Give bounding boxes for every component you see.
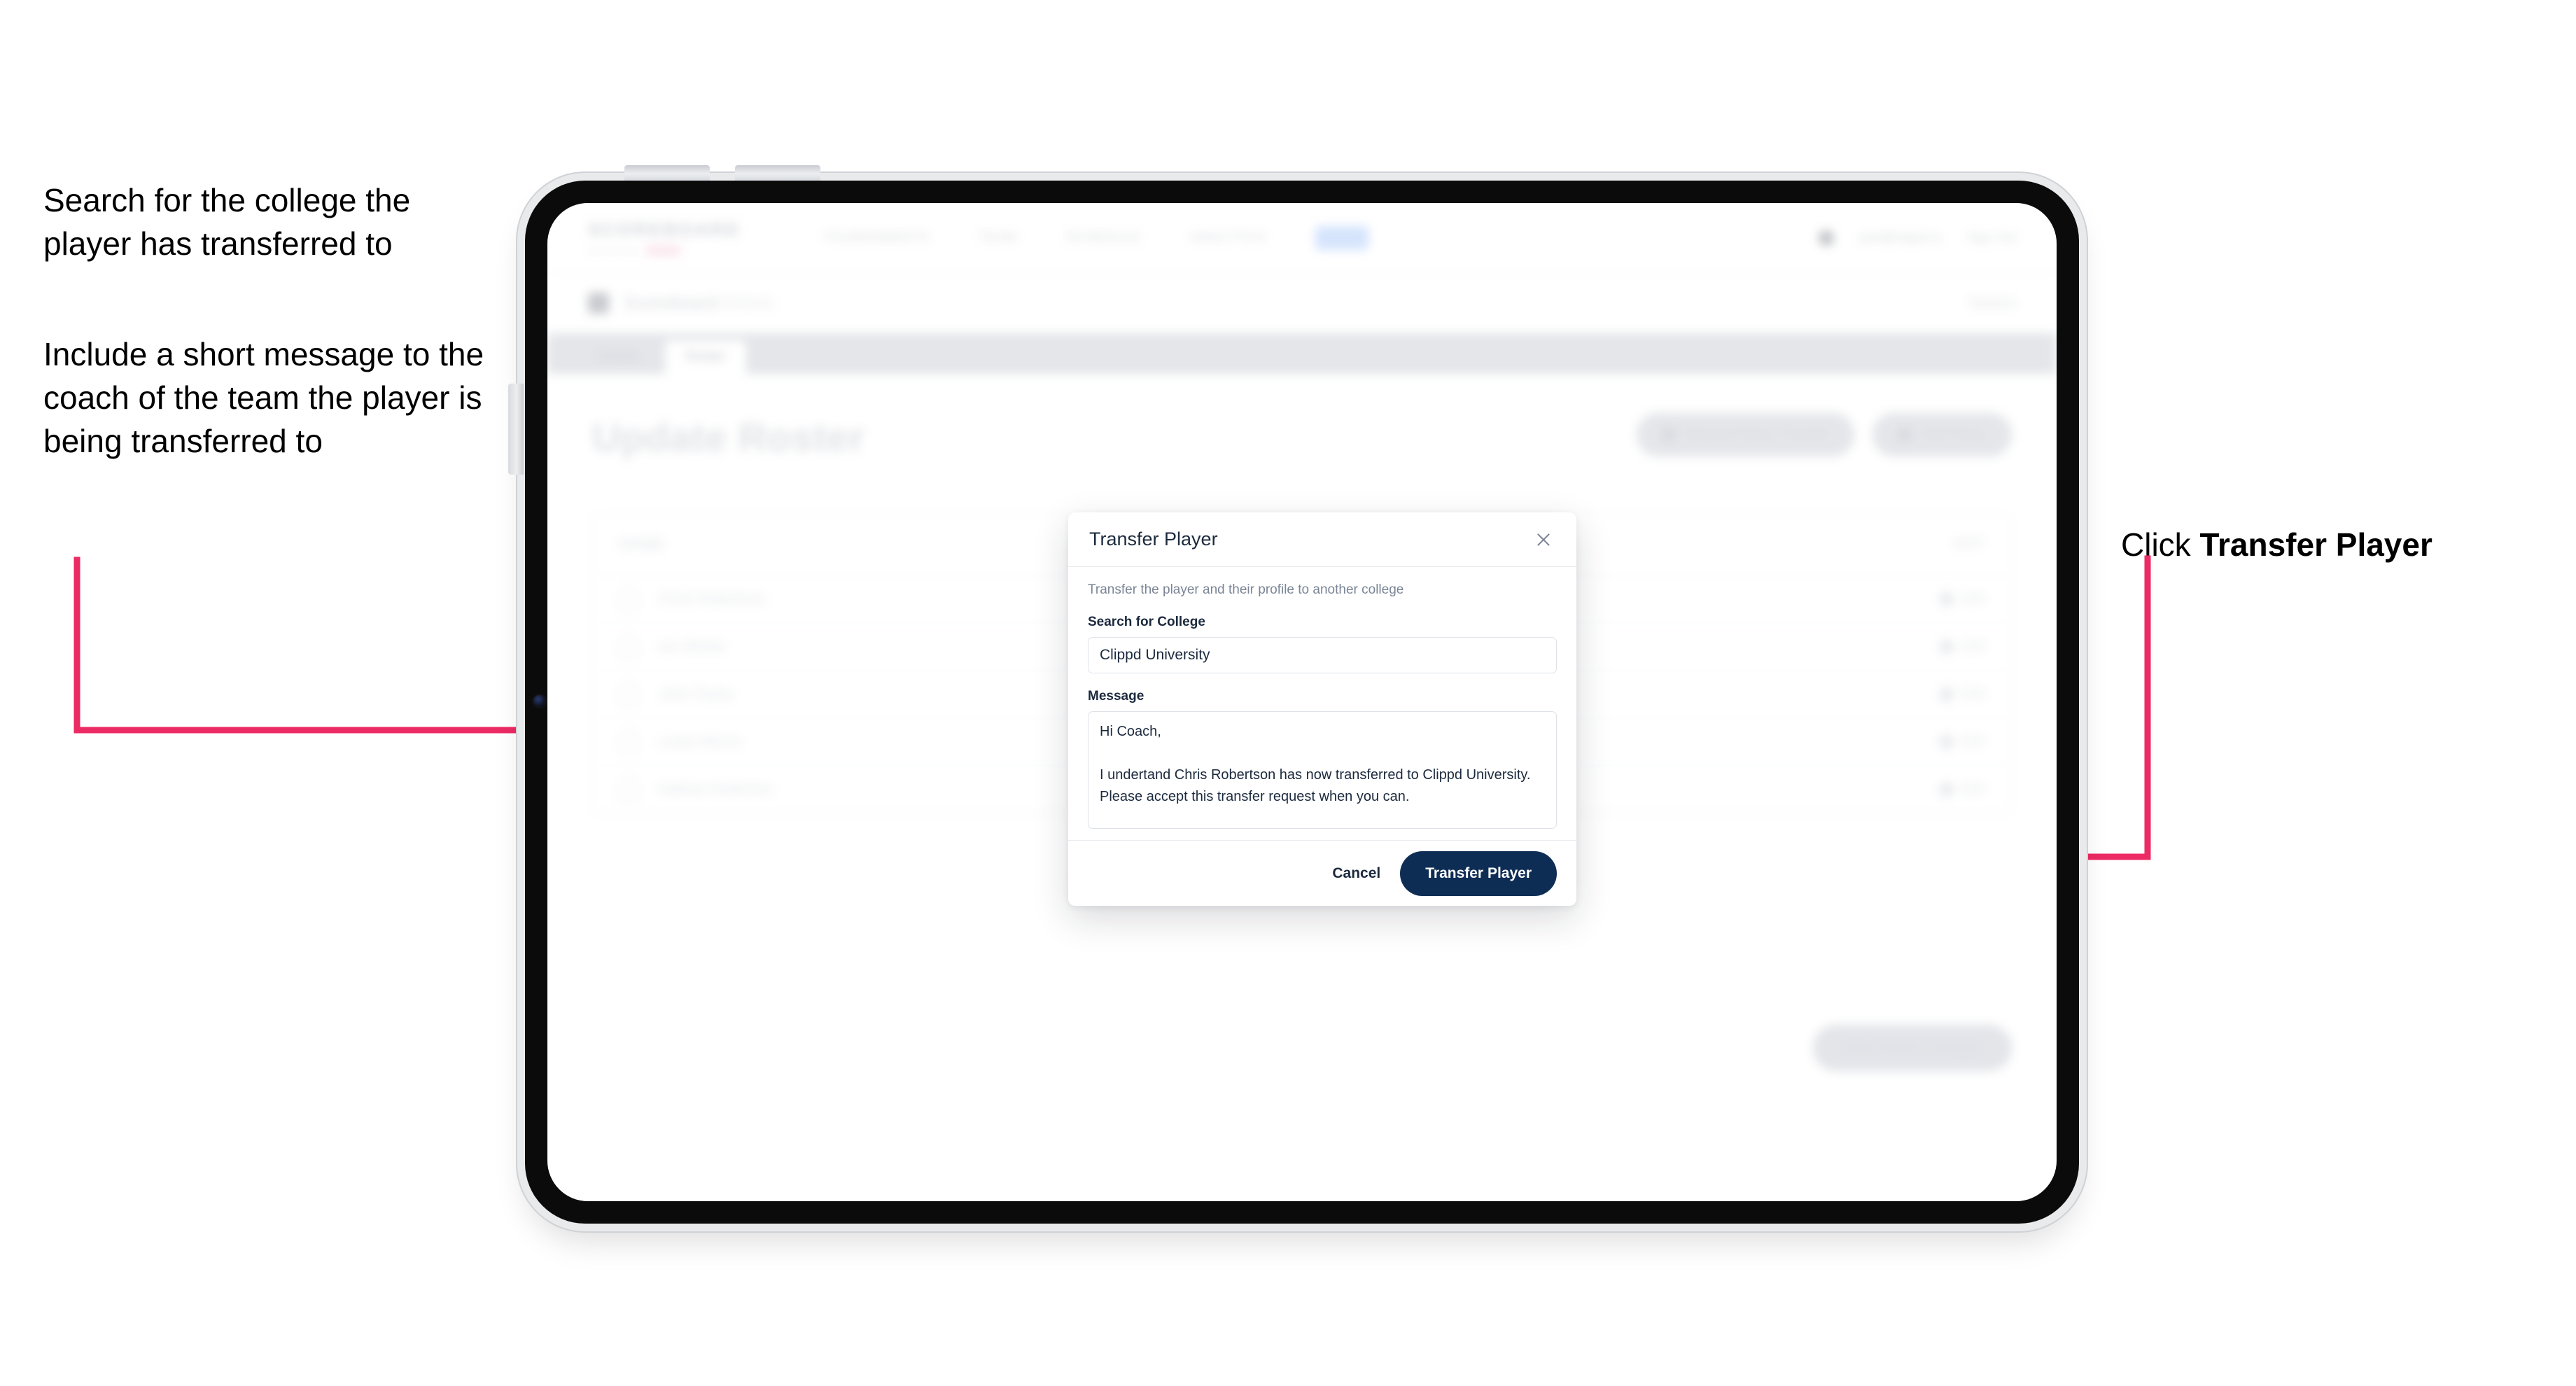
row-edit-label: Edit <box>1961 638 1984 654</box>
nav-highlight-button[interactable] <box>1315 225 1368 250</box>
transfer-player-button[interactable]: Transfer Player <box>1400 850 1557 896</box>
front-camera-icon <box>533 695 545 707</box>
player-name: Lewis Morris <box>659 733 741 750</box>
tablet-device-frame: SCOREBOARD powered by clippd TOURNAMENTS… <box>508 165 2079 1224</box>
college-field-label: Search for College <box>1088 615 1205 629</box>
tablet-screen: SCOREBOARD powered by clippd TOURNAMENTS… <box>547 203 2057 1201</box>
app-user-area: paul@clippd.io Sign Out <box>1818 230 2016 246</box>
dialog-title: Transfer Player <box>1089 528 1218 550</box>
app-nav: TOURNAMENTS TEAM SCHEDULE ANALYTICS <box>823 225 1368 250</box>
dialog-description: Transfer the player and their profile to… <box>1088 582 1404 597</box>
column-header-edit: EDIT <box>1954 536 1984 552</box>
volume-down-button[interactable] <box>735 165 820 181</box>
player-name: Ian Winter <box>659 638 726 654</box>
add-player-label: Add Player <box>1921 427 1987 442</box>
pencil-icon <box>1938 637 1956 656</box>
logo-subtext: powered by <box>588 246 639 255</box>
row-checkbox[interactable] <box>620 588 638 610</box>
avatar[interactable] <box>1818 230 1834 246</box>
tab-roster[interactable]: Roster <box>665 340 747 374</box>
request-player-transfer-label: Request Player Transfer <box>1686 427 1830 442</box>
sign-out-link[interactable]: Sign Out <box>1967 230 2016 245</box>
annotation-right-strong: Transfer Player <box>2199 526 2432 564</box>
player-name: John Taylor <box>659 685 734 702</box>
cancel-button[interactable]: Cancel <box>1332 865 1380 882</box>
season-selector[interactable]: Season <box>1968 295 2016 312</box>
app-tab-bar: Details Roster <box>547 333 2057 374</box>
pencil-icon <box>1938 589 1956 608</box>
pencil-icon <box>1938 685 1956 704</box>
message-textarea[interactable]: Hi Coach, I undertand Chris Robertson ha… <box>1088 711 1557 829</box>
row-edit-button[interactable]: Edit <box>1938 732 1984 751</box>
annotation-click-transfer-player: Click Transfer Player <box>2121 479 2555 566</box>
tab-details[interactable]: Details <box>577 340 659 374</box>
pencil-icon <box>1938 732 1956 751</box>
row-edit-button[interactable]: Edit <box>1938 589 1984 608</box>
add-player-button[interactable]: Add Player <box>1872 413 2012 456</box>
message-field-label: Message <box>1088 689 1144 704</box>
nav-item-tournaments[interactable]: TOURNAMENTS <box>823 230 930 246</box>
close-icon[interactable] <box>1532 528 1555 552</box>
user-email: paul@clippd.io <box>1858 230 1942 244</box>
screenshot-root: Search for the college the player has tr… <box>0 0 2576 1386</box>
row-edit-label: Edit <box>1961 686 1984 701</box>
row-edit-button[interactable]: Edit <box>1938 780 1984 799</box>
nav-item-schedule[interactable]: SCHEDULE <box>1065 230 1140 246</box>
dialog-body: Transfer the player and their profile to… <box>1068 567 1576 840</box>
logo-text: SCOREBOARD <box>588 219 741 240</box>
row-edit-label: Edit <box>1961 734 1984 749</box>
nav-item-team[interactable]: TEAM <box>979 230 1017 246</box>
row-checkbox[interactable] <box>620 731 638 752</box>
column-header-name: NAME <box>620 536 665 552</box>
player-name: Chris Robertson <box>659 590 765 607</box>
row-checkbox[interactable] <box>620 778 638 800</box>
logo-brand-pill: clippd <box>645 245 682 256</box>
request-player-transfer-button[interactable]: Request Player Transfer <box>1637 413 1855 456</box>
app-header: SCOREBOARD powered by clippd TOURNAMENTS… <box>547 203 2057 273</box>
volume-up-button[interactable] <box>624 165 710 181</box>
row-edit-label: Edit <box>1961 591 1984 606</box>
search-college-input[interactable]: Clippd University <box>1088 637 1557 673</box>
app-subheader: Scoreboard Admin Season <box>547 273 2057 333</box>
player-name: Nathan Anderson <box>659 780 773 797</box>
transfer-icon <box>1662 428 1676 442</box>
pencil-icon <box>1938 780 1956 799</box>
subheader-title-main: Scoreboard <box>624 293 719 313</box>
subheader-title: Scoreboard Admin <box>624 293 774 314</box>
dialog-footer: Cancel Transfer Player <box>1068 840 1576 906</box>
nav-item-analytics[interactable]: ANALYTICS <box>1190 230 1266 246</box>
annotation-include-message: Include a short message to the coach of … <box>43 336 484 460</box>
save-roster-changes-button[interactable]: Save Roster Changes <box>1813 1025 2012 1071</box>
row-edit-button[interactable]: Edit <box>1938 637 1984 656</box>
page-actions: Request Player Transfer Add Player <box>1637 413 2012 456</box>
plus-icon <box>1898 428 1912 442</box>
dialog-header: Transfer Player <box>1068 512 1576 567</box>
annotation-right-prefix: Click <box>2121 526 2200 564</box>
row-checkbox[interactable] <box>620 683 638 705</box>
subheader-title-dim: Admin <box>722 293 774 313</box>
transfer-player-dialog: Transfer Player Transfer the player and … <box>1068 512 1576 906</box>
row-checkbox[interactable] <box>620 636 638 657</box>
power-button[interactable] <box>508 384 524 475</box>
scoreboard-icon <box>588 293 609 314</box>
row-edit-button[interactable]: Edit <box>1938 685 1984 704</box>
row-edit-label: Edit <box>1961 781 1984 797</box>
app-logo[interactable]: SCOREBOARD powered by clippd <box>588 219 741 256</box>
annotation-search-college: Search for the college the player has tr… <box>43 182 411 262</box>
